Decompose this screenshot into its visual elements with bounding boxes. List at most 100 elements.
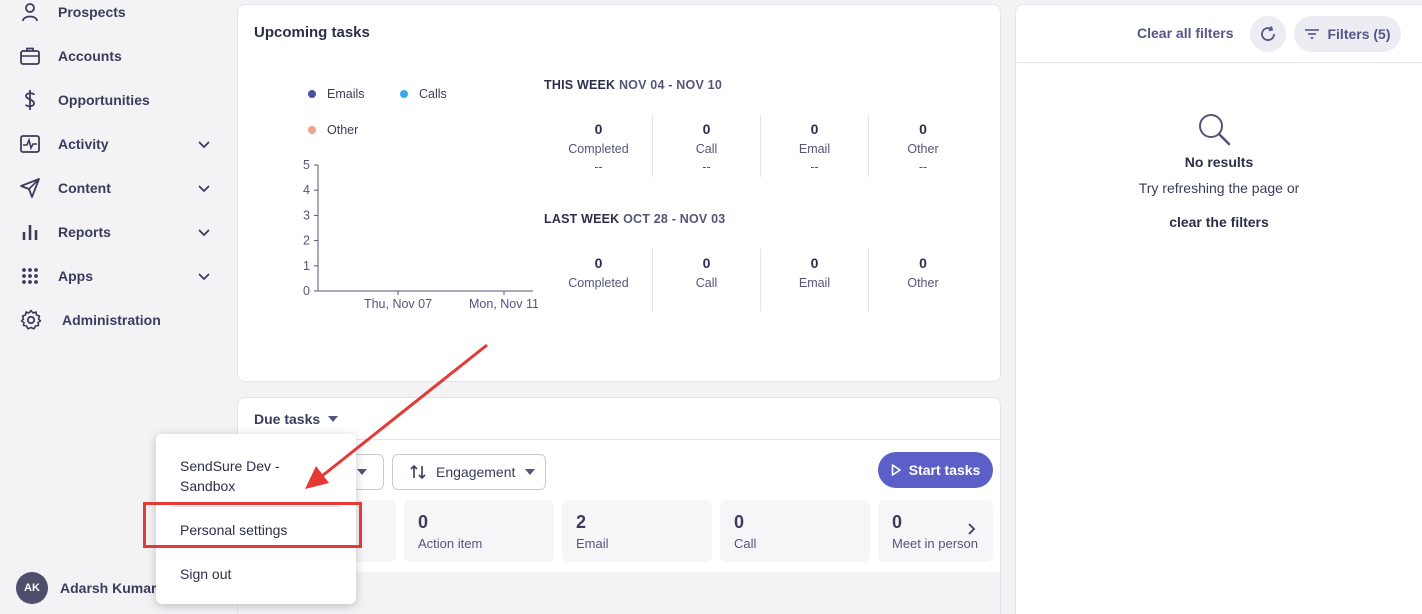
tile-value: 2 <box>576 512 587 532</box>
this-week-title: THIS WEEK NOV 04 - NOV 10 <box>544 78 722 92</box>
x-tick-label: Mon, Nov 11 <box>469 297 538 311</box>
stat-completed: 0 Completed <box>545 249 653 311</box>
chevron-down-icon <box>196 224 212 240</box>
this-week-stats: 0 Completed -- 0 Call -- 0 Email -- 0 Ot… <box>545 115 977 177</box>
y-tick-label: 0 <box>303 284 310 298</box>
sort-label: Engagement <box>436 464 516 480</box>
bar-chart-icon <box>19 221 41 243</box>
sidebar-item-apps[interactable]: Apps <box>0 256 232 296</box>
chevron-down-icon <box>196 268 212 284</box>
sidebar-item-label: Opportunities <box>58 92 150 108</box>
stat-label: Call <box>695 142 718 156</box>
sign-out-item[interactable]: Sign out <box>180 564 231 584</box>
sidebar-item-activity[interactable]: Activity <box>0 124 232 164</box>
stat-label: Call <box>695 276 718 290</box>
chevron-down-icon <box>196 136 212 152</box>
avatar[interactable]: AK <box>16 572 48 604</box>
task-tile-email[interactable]: 2 Email <box>562 500 712 562</box>
due-tasks-dropdown[interactable]: Due tasks <box>254 411 339 427</box>
pulse-icon <box>19 133 41 155</box>
y-tick-label: 4 <box>303 183 310 197</box>
stat-sub: -- <box>594 160 603 174</box>
last-week-stats: 0 Completed 0 Call 0 Email 0 Other <box>545 249 977 311</box>
filters-button[interactable]: Filters (5) <box>1294 16 1401 52</box>
stat-value: 0 <box>594 255 603 271</box>
task-tile-action-item[interactable]: 0 Action item <box>404 500 554 562</box>
sidebar-item-label: Content <box>58 180 111 196</box>
refresh-button[interactable] <box>1250 16 1286 52</box>
stat-sub: -- <box>918 160 928 174</box>
week-range: NOV 04 - NOV 10 <box>618 78 722 92</box>
legend-other[interactable]: Other <box>308 123 358 137</box>
task-tile-call[interactable]: 0 Call <box>720 500 870 562</box>
sidebar-item-administration[interactable]: Administration <box>0 300 232 340</box>
sidebar-item-label: Administration <box>62 312 161 328</box>
stat-call: 0 Call -- <box>653 115 761 177</box>
filters-panel: Clear all filters Filters (5) No results… <box>1015 4 1422 614</box>
stat-value: 0 <box>810 121 819 137</box>
user-profile[interactable]: AK Adarsh Kumar <box>16 572 156 604</box>
annotation-highlight-box <box>143 502 362 548</box>
stat-label: Email <box>798 142 831 156</box>
legend-label: Calls <box>419 87 447 101</box>
stat-sub: -- <box>702 160 711 174</box>
sidebar-item-accounts[interactable]: Accounts <box>0 36 232 76</box>
sidebar-item-label: Activity <box>58 136 109 152</box>
stat-label: Other <box>907 142 939 156</box>
week-prefix: LAST WEEK <box>544 212 620 226</box>
start-tasks-label: Start tasks <box>908 462 981 478</box>
sidebar-item-opportunities[interactable]: Opportunities <box>0 80 232 120</box>
sidebar-item-reports[interactable]: Reports <box>0 212 232 252</box>
filter-icon <box>1304 28 1320 40</box>
workspace-item[interactable]: SendSure Dev - Sandbox <box>180 456 280 496</box>
sidebar-item-label: Reports <box>58 224 111 240</box>
stat-email: 0 Email -- <box>761 115 869 177</box>
workspace-name-line2: Sandbox <box>180 478 236 494</box>
sidebar-item-prospects[interactable]: Prospects <box>0 0 232 32</box>
chevron-right-icon[interactable] <box>966 522 976 541</box>
start-tasks-button[interactable]: Start tasks <box>878 452 993 488</box>
tile-label: Action item <box>418 536 483 551</box>
week-prefix: THIS WEEK <box>544 78 616 92</box>
dollar-icon <box>19 89 41 111</box>
stat-value: 0 <box>810 255 819 271</box>
y-tick-label: 1 <box>303 259 310 273</box>
user-name[interactable]: Adarsh Kumar <box>60 580 156 596</box>
legend-label: Other <box>327 123 359 137</box>
stat-completed: 0 Completed -- <box>545 115 653 177</box>
legend-dot <box>400 90 408 98</box>
y-tick-label: 5 <box>303 158 310 172</box>
chevron-down-icon <box>196 180 212 196</box>
tile-label: Call <box>734 536 757 551</box>
tile-value: 0 <box>734 512 745 532</box>
tile-value: 0 <box>418 512 429 532</box>
empty-state-text: Try refreshing the page or <box>1138 180 1300 196</box>
card-title: Upcoming tasks <box>254 24 370 41</box>
workspace-name-line1: SendSure Dev - <box>180 458 280 474</box>
stat-email: 0 Email <box>761 249 869 311</box>
week-range: OCT 28 - NOV 03 <box>623 212 726 226</box>
stat-other: 0 Other -- <box>869 115 977 177</box>
stat-value: 0 <box>919 121 927 137</box>
due-tasks-title: Due tasks <box>254 411 321 427</box>
stat-value: 0 <box>702 121 711 137</box>
clear-filters-link[interactable]: clear the filters <box>1016 214 1422 230</box>
stat-call: 0 Call <box>653 249 761 311</box>
stat-label: Completed <box>568 276 629 290</box>
legend-emails[interactable]: Emails <box>308 87 365 101</box>
refresh-icon <box>1259 25 1277 43</box>
legend-dot <box>308 126 316 134</box>
grid-dots-icon <box>19 265 41 287</box>
y-tick-label: 2 <box>303 234 310 248</box>
sort-engagement-select[interactable]: Engagement <box>392 454 546 490</box>
tasks-line-chart: 0 1 2 3 4 5 Thu, Nov 07 Mon, Nov 11 <box>303 158 538 311</box>
sidebar-item-content[interactable]: Content <box>0 168 232 208</box>
task-tile-meet-in-person[interactable]: 0 Meet in person <box>878 500 993 562</box>
clear-all-filters-link[interactable]: Clear all filters <box>1137 25 1234 41</box>
search-icon <box>1196 111 1232 152</box>
legend-calls[interactable]: Calls <box>400 87 447 101</box>
stat-value: 0 <box>919 255 927 271</box>
sidebar-item-label: Accounts <box>58 48 122 64</box>
upcoming-tasks-card: Upcoming tasks Emails Calls Other 0 1 2 3 4 5… <box>237 4 1001 382</box>
stat-value: 0 <box>594 121 603 137</box>
